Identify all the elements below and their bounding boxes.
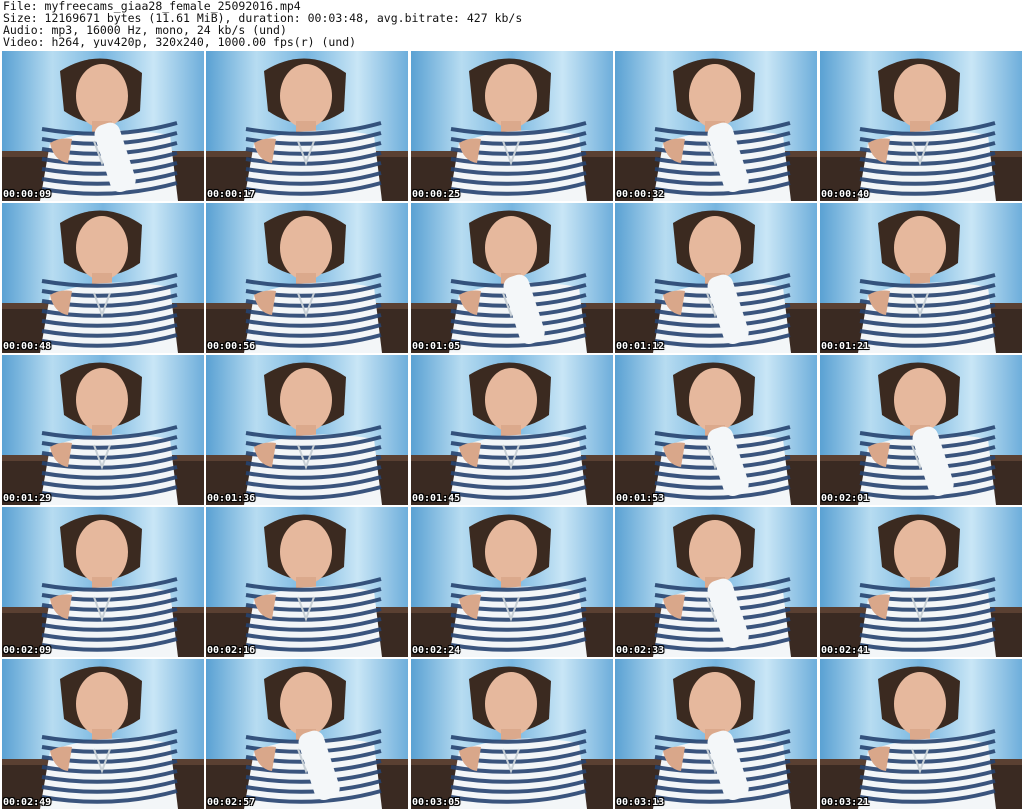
- video-frame-thumbnail: 00:02:49: [2, 659, 204, 809]
- video-frame-thumbnail: 00:02:33: [615, 507, 817, 657]
- video-frame-thumbnail: 00:03:21: [820, 659, 1022, 809]
- frame-timestamp: 00:01:36: [207, 493, 256, 504]
- frame-timestamp: 00:02:57: [207, 797, 256, 808]
- frame-timestamp: 00:00:25: [412, 189, 461, 200]
- frame-timestamp: 00:03:13: [616, 797, 665, 808]
- frame-timestamp: 00:02:16: [207, 645, 256, 656]
- video-frame-thumbnail: 00:01:36: [206, 355, 408, 505]
- frame-timestamp: 00:03:05: [412, 797, 461, 808]
- file-info-header: File: myfreecams_giaa28_female_25092016.…: [3, 0, 1021, 48]
- video-frame-thumbnail: 00:01:53: [615, 355, 817, 505]
- video-frame-thumbnail: 00:01:05: [411, 203, 613, 353]
- video-frame-thumbnail: 00:01:29: [2, 355, 204, 505]
- video-info-line: Video: h264, yuv420p, 320x240, 1000.00 f…: [3, 35, 357, 48]
- video-frame-thumbnail: 00:01:21: [820, 203, 1022, 353]
- video-frame-thumbnail: 00:00:48: [2, 203, 204, 353]
- video-frame-thumbnail: 00:00:09: [2, 51, 204, 201]
- frame-timestamp: 00:00:09: [3, 189, 52, 200]
- video-frame-thumbnail: 00:02:24: [411, 507, 613, 657]
- frame-timestamp: 00:02:01: [821, 493, 870, 504]
- video-frame-thumbnail: 00:02:57: [206, 659, 408, 809]
- video-frame-thumbnail: 00:00:25: [411, 51, 613, 201]
- frame-timestamp: 00:00:40: [821, 189, 870, 200]
- frame-timestamp: 00:01:45: [412, 493, 461, 504]
- video-frame-thumbnail: 00:00:32: [615, 51, 817, 201]
- frame-timestamp: 00:01:05: [412, 341, 461, 352]
- frame-timestamp: 00:02:49: [3, 797, 52, 808]
- frame-timestamp: 00:02:09: [3, 645, 52, 656]
- frame-timestamp: 00:00:56: [207, 341, 256, 352]
- video-frame-thumbnail: 00:02:16: [206, 507, 408, 657]
- frame-timestamp: 00:01:29: [3, 493, 52, 504]
- video-frame-thumbnail: 00:03:13: [615, 659, 817, 809]
- video-frame-thumbnail: 00:01:12: [615, 203, 817, 353]
- video-frame-thumbnail: 00:02:01: [820, 355, 1022, 505]
- frame-timestamp: 00:00:17: [207, 189, 256, 200]
- video-frame-thumbnail: 00:00:17: [206, 51, 408, 201]
- frame-timestamp: 00:01:53: [616, 493, 665, 504]
- frame-timestamp: 00:02:33: [616, 645, 665, 656]
- video-frame-thumbnail: 00:02:41: [820, 507, 1022, 657]
- frame-timestamp: 00:02:24: [412, 645, 461, 656]
- frame-timestamp: 00:02:41: [821, 645, 870, 656]
- video-frame-thumbnail: 00:01:45: [411, 355, 613, 505]
- frame-timestamp: 00:00:32: [616, 189, 665, 200]
- frame-timestamp: 00:00:48: [3, 341, 52, 352]
- video-frame-thumbnail: 00:03:05: [411, 659, 613, 809]
- frame-timestamp: 00:01:21: [821, 341, 870, 352]
- frame-timestamp: 00:01:12: [616, 341, 665, 352]
- video-frame-thumbnail: 00:00:56: [206, 203, 408, 353]
- video-frame-thumbnail: 00:00:40: [820, 51, 1022, 201]
- frame-timestamp: 00:03:21: [821, 797, 870, 808]
- video-frame-thumbnail: 00:02:09: [2, 507, 204, 657]
- thumbnail-grid: 00:00:09 00:00:17 00:00:25 00:00:32 00:00:40…: [2, 51, 1022, 811]
